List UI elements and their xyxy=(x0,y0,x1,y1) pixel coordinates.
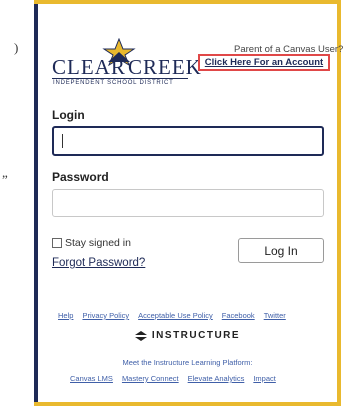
facebook-link[interactable]: Facebook xyxy=(222,311,255,320)
impact-link[interactable]: Impact xyxy=(253,374,276,383)
password-label: Password xyxy=(52,170,109,184)
forgot-password-link[interactable]: Forgot Password? xyxy=(52,257,145,269)
login-card: CLEAR CREEK INDEPENDENT SCHOOL DISTRICT … xyxy=(34,0,343,406)
logo-word-creek: CREEK xyxy=(128,55,202,79)
acceptable-use-link[interactable]: Acceptable Use Policy xyxy=(138,311,213,320)
logo-subtitle: INDEPENDENT SCHOOL DISTRICT xyxy=(53,80,174,86)
help-link[interactable]: Help xyxy=(58,311,73,320)
login-input[interactable] xyxy=(52,126,324,156)
card-bottom-border xyxy=(34,402,341,406)
clear-creek-logo: CLEAR CREEK INDEPENDENT SCHOOL DISTRICT xyxy=(50,38,201,88)
stay-signed-in-label: Stay signed in xyxy=(65,237,131,249)
stay-signed-in-checkbox[interactable] xyxy=(52,238,62,248)
elevate-analytics-link[interactable]: Elevate Analytics xyxy=(188,374,245,383)
password-input[interactable] xyxy=(52,189,324,217)
logo-word-clear: CLEAR xyxy=(52,55,126,79)
product-links: Canvas LMS Mastery Connect Elevate Analy… xyxy=(70,374,276,383)
stray-mark: ” xyxy=(2,172,8,187)
stray-mark: ) xyxy=(14,40,19,55)
text-caret xyxy=(62,134,63,148)
login-label: Login xyxy=(52,108,85,122)
instructure-brand: INSTRUCTURE xyxy=(38,330,337,341)
log-in-button[interactable]: Log In xyxy=(238,238,324,263)
mastery-connect-link[interactable]: Mastery Connect xyxy=(122,374,179,383)
instructure-logo-icon xyxy=(134,330,147,341)
canvas-lms-link[interactable]: Canvas LMS xyxy=(70,374,113,383)
privacy-policy-link[interactable]: Privacy Policy xyxy=(82,311,129,320)
twitter-link[interactable]: Twitter xyxy=(264,311,286,320)
stay-signed-in[interactable]: Stay signed in xyxy=(52,237,131,249)
parent-account-link[interactable]: Click Here For an Account xyxy=(198,54,330,71)
logo-underline xyxy=(52,78,188,79)
footer-links: Help Privacy Policy Acceptable Use Polic… xyxy=(58,311,286,320)
instructure-wordmark: INSTRUCTURE xyxy=(151,330,241,341)
platform-tagline: Meet the Instructure Learning Platform: xyxy=(122,358,253,367)
